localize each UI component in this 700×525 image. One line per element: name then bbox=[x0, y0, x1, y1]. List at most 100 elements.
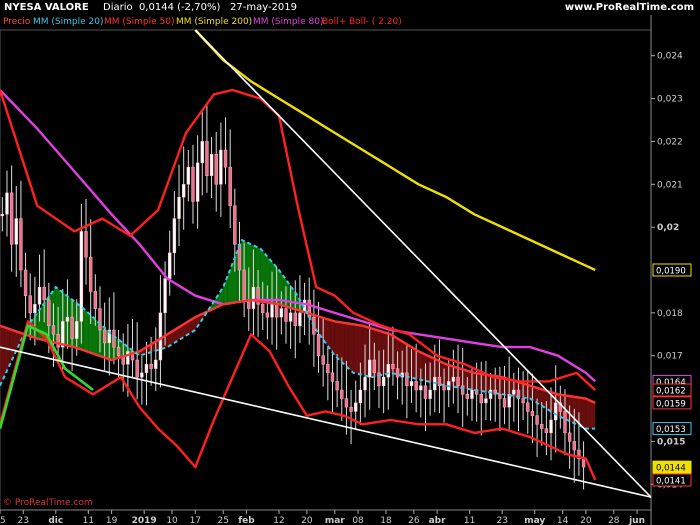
candle-body bbox=[344, 398, 349, 408]
candle-body bbox=[405, 372, 409, 386]
y-tick-label: 0,02 bbox=[657, 223, 679, 233]
candle-body bbox=[316, 334, 321, 356]
candle-body bbox=[23, 269, 28, 296]
candle-body bbox=[186, 166, 191, 185]
candle-body bbox=[144, 364, 149, 374]
candle-body bbox=[98, 308, 102, 331]
candle-body bbox=[498, 394, 502, 399]
candle-body bbox=[381, 376, 386, 386]
candle-body bbox=[70, 316, 74, 339]
candle-body bbox=[214, 154, 218, 185]
candle-body bbox=[414, 381, 418, 391]
candle-body bbox=[237, 244, 242, 271]
x-tick-label: 23 bbox=[496, 516, 507, 525]
candle-body bbox=[540, 424, 544, 429]
candle-body bbox=[363, 376, 367, 391]
value-box: 0,0190 bbox=[652, 263, 692, 277]
x-tick-label: 26 bbox=[408, 516, 420, 525]
candle-body bbox=[521, 398, 525, 404]
candle-body bbox=[502, 398, 507, 408]
candle-body bbox=[526, 402, 530, 412]
value-box: 0,0162 bbox=[652, 383, 692, 397]
candle-body bbox=[442, 385, 446, 391]
x-tick-label: 17 bbox=[190, 516, 201, 525]
y-tick-label: 0,023 bbox=[657, 95, 683, 105]
candle-body bbox=[470, 389, 474, 399]
candle-body bbox=[177, 196, 181, 219]
candle-body bbox=[423, 385, 428, 399]
candle-body bbox=[195, 162, 200, 202]
cloud-segment bbox=[581, 397, 586, 429]
candle-body bbox=[530, 411, 535, 416]
x-tick-label: 11 bbox=[464, 516, 475, 525]
value-box-label: 0,0153 bbox=[656, 425, 686, 435]
value-box-label: 0,0162 bbox=[656, 387, 686, 397]
candle-body bbox=[349, 406, 353, 412]
candle-body bbox=[372, 359, 377, 374]
candle-body bbox=[451, 376, 456, 382]
x-tick-label: mar bbox=[325, 516, 345, 525]
candle-body bbox=[340, 389, 344, 399]
value-box-label: 0,0141 bbox=[656, 477, 686, 487]
candle-body bbox=[88, 256, 93, 292]
candle-body bbox=[28, 295, 32, 314]
candle-body bbox=[419, 385, 423, 391]
y-tick-label: 0,021 bbox=[657, 180, 683, 190]
candle-body bbox=[326, 364, 330, 374]
candle-body bbox=[456, 376, 460, 386]
y-tick-label: 0,017 bbox=[657, 352, 683, 362]
candle-body bbox=[5, 192, 9, 215]
value-box: 0,0153 bbox=[652, 422, 692, 436]
candle-body bbox=[75, 321, 79, 339]
x-tick-label: 23 bbox=[18, 516, 29, 525]
candle-body bbox=[572, 441, 576, 451]
candle-body bbox=[288, 312, 293, 322]
candle-body bbox=[488, 389, 493, 399]
candle-body bbox=[42, 286, 46, 301]
candle-body bbox=[479, 394, 483, 404]
x-tick-label: 12 bbox=[273, 516, 284, 525]
candle-body bbox=[56, 334, 60, 348]
candle-body bbox=[409, 381, 414, 386]
candle-body bbox=[460, 385, 465, 395]
value-box: 0,0141 bbox=[652, 473, 692, 487]
x-tick-label: 15 bbox=[0, 516, 6, 525]
candle-body bbox=[284, 308, 288, 322]
candle-body bbox=[51, 325, 56, 335]
candle-body bbox=[200, 141, 204, 164]
value-box: 0,0159 bbox=[652, 396, 692, 410]
y-tick-label: 0,015 bbox=[657, 437, 685, 447]
candle-body bbox=[158, 312, 163, 361]
cloud-segment bbox=[353, 324, 359, 374]
candle-body bbox=[93, 291, 98, 309]
cloud-segment bbox=[83, 308, 89, 352]
x-tick-label: 25 bbox=[217, 516, 228, 525]
candle-body bbox=[293, 312, 297, 326]
candle-body bbox=[172, 218, 177, 254]
x-tick-label: 20 bbox=[580, 516, 592, 525]
candle-body bbox=[116, 346, 121, 356]
candle-body bbox=[553, 402, 558, 421]
x-tick-label: 2019 bbox=[132, 516, 157, 525]
candle-body bbox=[335, 381, 339, 391]
x-tick-label: 20 bbox=[301, 516, 313, 525]
candle-body bbox=[395, 368, 400, 378]
candle-body bbox=[298, 312, 302, 326]
x-tick-label: 11 bbox=[83, 516, 94, 525]
candle-body bbox=[274, 304, 279, 318]
candle-body bbox=[223, 149, 228, 168]
candle-body bbox=[47, 299, 51, 326]
x-tick-label: abr bbox=[429, 516, 447, 525]
candle-body bbox=[126, 351, 130, 365]
y-tick-label: 0,018 bbox=[657, 309, 683, 319]
value-box-label: 0,0190 bbox=[656, 267, 686, 277]
candle-body bbox=[544, 428, 549, 434]
watermark: © ProRealTime.com bbox=[3, 498, 93, 508]
candle-body bbox=[563, 411, 567, 434]
candle-body bbox=[265, 312, 270, 318]
value-box: 0,0144 bbox=[652, 460, 692, 474]
candle-body bbox=[102, 329, 107, 344]
value-box-label: 0,0159 bbox=[656, 399, 686, 409]
cloud-segment bbox=[348, 323, 354, 373]
cloud-segment bbox=[585, 398, 591, 429]
